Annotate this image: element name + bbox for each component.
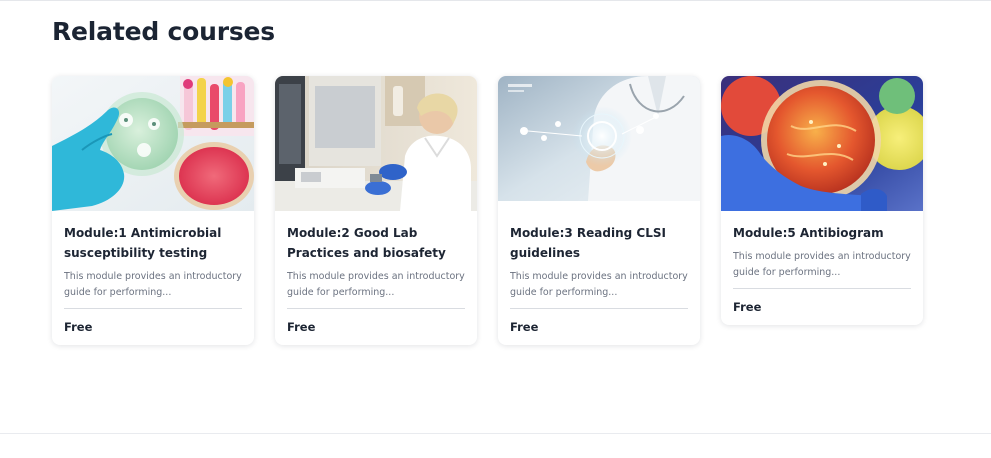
course-description: This module provides an introductory gui… <box>733 251 911 278</box>
course-card-body: Module:1 Antimicrobial susceptibility te… <box>52 211 254 345</box>
section-title: Related courses <box>52 17 275 46</box>
culture-plate-image[interactable] <box>721 76 923 211</box>
course-title[interactable]: Module:2 Good Lab Practices and biosafet… <box>287 223 465 263</box>
course-card-list: Module:1 Antimicrobial susceptibility te… <box>52 76 923 345</box>
course-description: This module provides an introductory gui… <box>64 271 242 298</box>
course-card-module-2[interactable]: Module:2 Good Lab Practices and biosafet… <box>275 76 477 345</box>
course-card-module-5[interactable]: Module:5 Antibiogram This module provide… <box>721 76 923 325</box>
course-title[interactable]: Module:1 Antimicrobial susceptibility te… <box>64 223 242 263</box>
course-description: This module provides an introductory gui… <box>510 271 688 298</box>
lab-scientist-image[interactable] <box>275 76 477 211</box>
course-price: Free <box>64 320 93 334</box>
digital-doctor-image[interactable] <box>498 76 700 211</box>
course-price: Free <box>510 320 539 334</box>
course-title[interactable]: Module:5 Antibiogram <box>733 223 911 243</box>
card-divider <box>733 288 911 289</box>
bottom-divider <box>0 433 991 434</box>
course-card-module-1[interactable]: Module:1 Antimicrobial susceptibility te… <box>52 76 254 345</box>
card-divider <box>287 308 465 309</box>
course-price: Free <box>733 300 762 314</box>
course-description: This module provides an introductory gui… <box>287 271 465 298</box>
course-card-module-3[interactable]: Module:3 Reading CLSI guidelines This mo… <box>498 76 700 345</box>
course-card-body: Module:2 Good Lab Practices and biosafet… <box>275 211 477 345</box>
card-divider <box>510 308 688 309</box>
course-card-body: Module:3 Reading CLSI guidelines This mo… <box>498 211 700 345</box>
course-price: Free <box>287 320 316 334</box>
course-title[interactable]: Module:3 Reading CLSI guidelines <box>510 223 688 263</box>
top-divider <box>0 0 991 1</box>
petri-dish-image[interactable] <box>52 76 254 211</box>
course-card-body: Module:5 Antibiogram This module provide… <box>721 211 923 325</box>
card-divider <box>64 308 242 309</box>
